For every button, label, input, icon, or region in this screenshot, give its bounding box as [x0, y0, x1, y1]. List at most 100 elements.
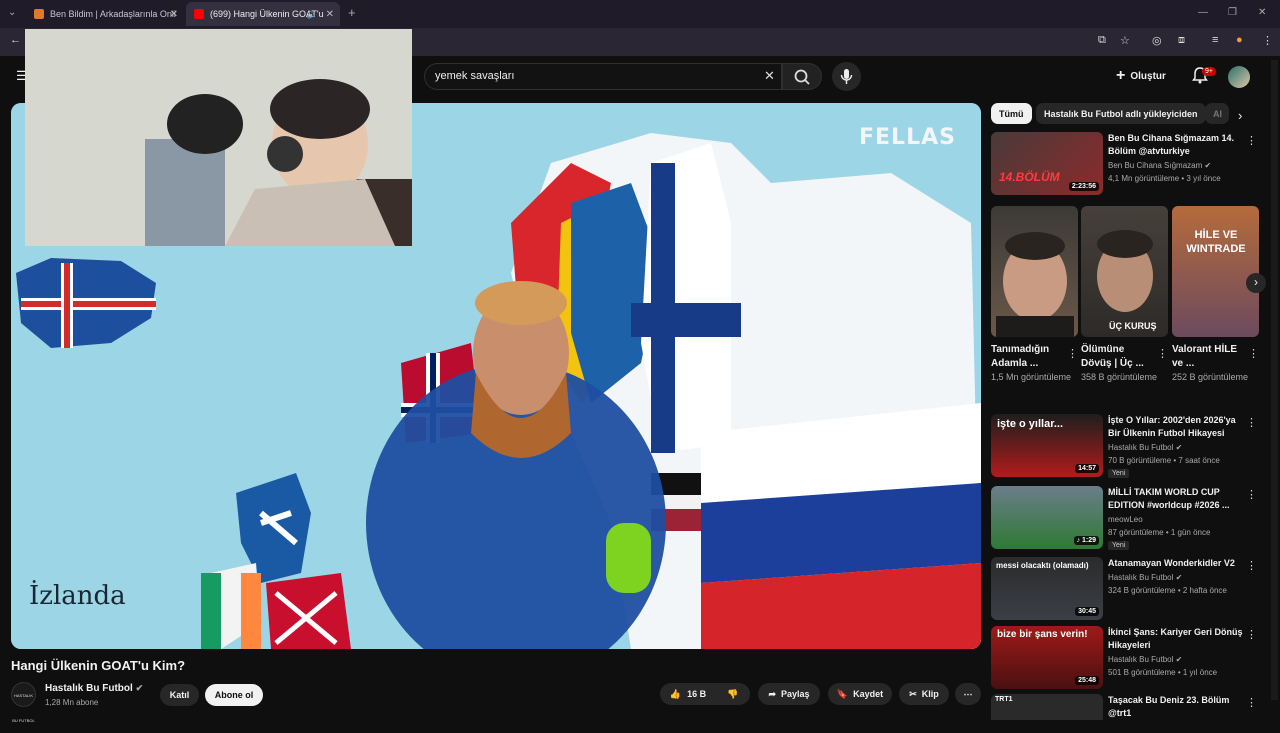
- more-vertical-icon[interactable]: ⋮: [1067, 347, 1078, 360]
- webcam-overlay: [25, 29, 412, 246]
- video-title: Hangi Ülkenin GOAT'u Kim?: [11, 658, 186, 673]
- minimize-icon[interactable]: —: [1198, 7, 1208, 18]
- video-duration: 2:23:56: [1068, 182, 1099, 191]
- video-caption-text: İzlanda: [29, 581, 126, 611]
- person-image: [1097, 230, 1153, 312]
- thumbnail-text: messi olacaktı (olamadı): [996, 561, 1089, 570]
- voice-search-button[interactable]: [832, 62, 861, 91]
- thumbnail-text: HİLE VE WINTRADE: [1186, 229, 1246, 255]
- thumbs-up-icon: 👍: [669, 688, 682, 699]
- shorts-item[interactable]: Tanımadığın Adamla ... 1,5 Mn görüntülem…: [991, 206, 1078, 384]
- page-scrollbar[interactable]: [1271, 60, 1278, 700]
- channel-name[interactable]: Hastalık Bu Futbol ✔: [45, 683, 143, 694]
- browser-tab-1[interactable]: Ben Bildim | Arkadaşlarınla Onli ✕: [26, 2, 184, 26]
- thumbnail-text: TRT1: [995, 696, 1013, 703]
- video-thumbnail: 14.BÖLÜM 2:23:56: [991, 132, 1103, 195]
- chip-label: Hastalık Bu Futbol adlı yükleyiciden: [1044, 108, 1198, 119]
- close-tab-icon[interactable]: ✕: [326, 9, 334, 20]
- incognito-icon[interactable]: ◎: [1152, 34, 1162, 47]
- more-vertical-icon[interactable]: ⋮: [1246, 134, 1257, 147]
- chevron-right-icon[interactable]: ›: [1238, 108, 1242, 123]
- microphone-icon: [840, 69, 853, 84]
- video-thumbnail: messi olacaktı (olamadı) 30:45: [991, 557, 1103, 620]
- bookmark-star-icon[interactable]: ☆: [1120, 34, 1130, 47]
- more-vertical-icon[interactable]: ⋮: [1246, 559, 1257, 572]
- tab-title: Ben Bildim | Arkadaşlarınla Onli: [50, 9, 176, 19]
- recommendation-item[interactable]: TRT1 Taşacak Bu Deniz 23. Bölüm @trt1 ⋮: [991, 694, 1261, 720]
- install-app-icon[interactable]: ⧉: [1098, 34, 1106, 47]
- channel-text: Hastalık Bu Futbol: [1108, 573, 1174, 582]
- join-label: Katıl: [169, 690, 190, 700]
- more-vertical-icon[interactable]: ⋮: [1246, 488, 1257, 501]
- channel-name-text: Hastalık Bu Futbol: [45, 683, 133, 694]
- share-button[interactable]: ➦ Paylaş: [758, 683, 820, 705]
- channel-avatar-text: HASTALIK BU FUTBOL: [12, 693, 35, 723]
- more-actions-button[interactable]: ⋯: [955, 683, 981, 705]
- search-button[interactable]: [782, 63, 822, 90]
- subscribe-button[interactable]: Abone ol: [205, 684, 263, 706]
- chip-all[interactable]: Tümü: [991, 103, 1032, 124]
- more-vertical-icon[interactable]: ⋮: [1248, 347, 1259, 360]
- recommendation-meta: 324 B görüntüleme • 2 hafta önce: [1108, 586, 1227, 595]
- clear-search-icon[interactable]: ✕: [764, 68, 775, 84]
- more-vertical-icon[interactable]: ⋮: [1246, 628, 1257, 641]
- recommendation-item[interactable]: işte o yıllar... 14:57 İşte O Yıllar: 20…: [991, 414, 1261, 478]
- site-favicon-icon: [34, 9, 44, 19]
- thumbs-down-icon: 👎: [727, 688, 739, 699]
- video-thumbnail: ♪ 1:29: [991, 486, 1103, 549]
- recommendation-item[interactable]: bize bir şans verin! 25:48 İkinci Şans: …: [991, 626, 1261, 690]
- speaker-icon[interactable]: 🔈: [307, 9, 318, 20]
- subscribe-label: Abone ol: [214, 690, 254, 700]
- create-button[interactable]: + Oluştur: [1116, 65, 1166, 87]
- more-vertical-icon[interactable]: ⋮: [1246, 696, 1257, 709]
- verified-icon: ✔: [1175, 573, 1183, 582]
- extensions-icon[interactable]: ⧈: [1178, 34, 1185, 47]
- search-icon: [794, 69, 810, 85]
- recommendation-item[interactable]: ♪ 1:29 MİLLİ TAKIM WORLD CUP EDITION #wo…: [991, 486, 1261, 550]
- recommendation-meta: 501 B görüntüleme • 1 yıl önce: [1108, 668, 1218, 677]
- account-avatar[interactable]: [1228, 66, 1250, 88]
- media-control-icon[interactable]: ≡: [1212, 34, 1218, 46]
- video-duration: 14:57: [1075, 464, 1099, 473]
- new-badge: Yeni: [1108, 469, 1130, 478]
- channel-text: Ben Bu Cihana Sığmazam: [1108, 161, 1203, 170]
- channel-avatar[interactable]: HASTALIK BU FUTBOL: [11, 682, 36, 723]
- join-button[interactable]: Katıl: [160, 684, 199, 706]
- search-query: yemek savaşları: [435, 70, 515, 82]
- chip-more[interactable]: Al: [1205, 103, 1229, 124]
- restore-icon[interactable]: ❐: [1228, 7, 1237, 18]
- shorts-views: 1,5 Mn görüntüleme: [991, 372, 1072, 382]
- browser-tab-2[interactable]: (699) Hangi Ülkenin GOAT'u 🔈 ✕: [186, 2, 340, 26]
- back-icon[interactable]: ←: [10, 34, 21, 46]
- search-input[interactable]: yemek savaşları: [424, 63, 782, 90]
- dislike-button[interactable]: 👎: [716, 683, 750, 705]
- profile-icon[interactable]: ●: [1236, 34, 1243, 46]
- more-vertical-icon[interactable]: ⋮: [1157, 347, 1168, 360]
- close-tab-icon[interactable]: ✕: [170, 9, 178, 20]
- more-vertical-icon[interactable]: ⋮: [1246, 416, 1257, 429]
- scissors-icon: ✂: [909, 688, 917, 699]
- tab-list-icon[interactable]: ⌄: [8, 7, 16, 18]
- chip-from-uploader[interactable]: Hastalık Bu Futbol adlı yükleyiciden: [1036, 103, 1206, 124]
- duration-text: 1:29: [1081, 537, 1096, 544]
- shorts-next-chevron-icon[interactable]: ›: [1246, 273, 1266, 293]
- recommendation-title: Ben Bu Cihana Sığmazam 14. Bölüm @atvtur…: [1108, 133, 1235, 156]
- chip-label: Tümü: [999, 108, 1024, 119]
- save-button[interactable]: 🔖 Kaydet: [828, 683, 892, 705]
- recommendation-item[interactable]: messi olacaktı (olamadı) 30:45 Atanamaya…: [991, 557, 1261, 621]
- shorts-item[interactable]: ÜÇ KURUŞ Ölümüne Dövüş | Üç ... 358 B gö…: [1081, 206, 1168, 384]
- shorts-title: Valorant HİLE ve ...: [1172, 344, 1238, 369]
- plus-icon: +: [1116, 67, 1126, 84]
- recommendation-item[interactable]: 14.BÖLÜM 2:23:56 Ben Bu Cihana Sığmazam …: [991, 132, 1261, 196]
- shorts-item[interactable]: HİLE VE WINTRADE Valorant HİLE ve ... 25…: [1172, 206, 1259, 384]
- new-tab-icon[interactable]: +: [348, 5, 356, 20]
- recommendation-channel: meowLeo: [1108, 515, 1143, 524]
- video-thumbnail: TRT1: [991, 694, 1103, 720]
- close-window-icon[interactable]: ✕: [1258, 7, 1266, 18]
- chip-label: Al: [1213, 108, 1222, 119]
- browser-menu-icon[interactable]: ⋮: [1262, 34, 1273, 47]
- like-button[interactable]: 👍 16 B: [660, 683, 716, 705]
- shorts-thumbnail: ÜÇ KURUŞ: [1081, 206, 1168, 337]
- subscriber-count: 1,28 Mn abone: [45, 698, 99, 707]
- clip-button[interactable]: ✂ Klip: [899, 683, 949, 705]
